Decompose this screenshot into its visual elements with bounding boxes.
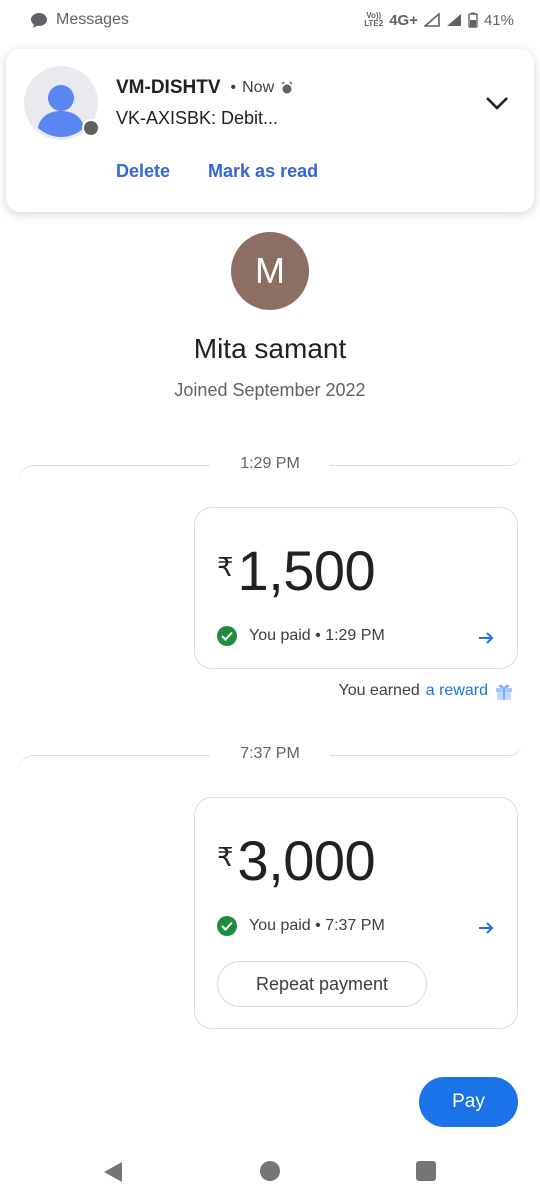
home-icon[interactable]	[260, 1161, 280, 1181]
mark-as-read-button[interactable]: Mark as read	[208, 161, 318, 182]
signal-icon-2	[446, 14, 461, 26]
payment-card[interactable]: ₹ 1,500 You paid • 1:29 PM	[194, 507, 518, 669]
reward-note: You earned a reward	[338, 681, 514, 701]
delete-button[interactable]: Delete	[116, 161, 170, 182]
person-icon	[38, 85, 98, 137]
notification-meta: • Now	[231, 79, 295, 97]
message-bubble-icon	[31, 12, 47, 28]
amount-value: 3,000	[237, 829, 376, 892]
notification-avatar	[24, 66, 98, 140]
status-right: Vo)) LTE2 4G+ 41%	[364, 12, 514, 29]
notification-body: VK-AXISBK: Debit...	[116, 108, 279, 128]
payment-card[interactable]: ₹ 3,000 You paid • 7:37 PM Repeat paymen…	[194, 797, 518, 1029]
payment-status-text: You paid • 1:29 PM	[249, 627, 385, 644]
alarm-icon	[281, 81, 293, 94]
payment-amount: ₹ 1,500	[217, 538, 376, 603]
system-navigation-bar	[0, 1145, 540, 1200]
contact-avatar[interactable]: M	[231, 232, 309, 310]
status-bar: Messages Vo)) LTE2 4G+ 41%	[0, 0, 540, 40]
notification-sender: VM-DISHTV	[116, 77, 221, 98]
reward-link[interactable]: a reward	[426, 682, 488, 700]
notification-time: Now	[242, 79, 275, 96]
chevron-down-icon[interactable]	[484, 93, 510, 113]
amount-value: 1,500	[237, 539, 376, 602]
contact-name: Mita samant	[193, 333, 347, 364]
volte-indicator: Vo)) LTE2	[364, 11, 384, 28]
currency-symbol: ₹	[217, 842, 234, 872]
status-app-label: Messages	[56, 11, 129, 28]
gift-icon[interactable]	[494, 681, 514, 701]
payment-status-text: You paid • 7:37 PM	[249, 917, 385, 934]
payment-status: You paid • 7:37 PM	[217, 916, 385, 936]
reward-prefix: You earned	[338, 682, 420, 699]
repeat-payment-button[interactable]: Repeat payment	[217, 961, 427, 1007]
notification-header: VM-DISHTV • Now	[116, 77, 294, 99]
battery-level: 41%	[483, 11, 514, 29]
arrow-right-icon[interactable]	[477, 919, 495, 937]
status-left: Messages	[30, 11, 129, 29]
check-circle-icon	[217, 626, 237, 646]
arrow-right-icon[interactable]	[477, 629, 495, 647]
currency-symbol: ₹	[217, 552, 234, 582]
contact-joined-date: Joined September 2022	[174, 380, 366, 400]
recents-icon[interactable]	[416, 1161, 436, 1181]
signal-icon-1	[423, 13, 440, 27]
meta-dot: •	[230, 79, 237, 96]
time-separator: 1:29 PM	[18, 453, 522, 477]
pay-button[interactable]: Pay	[419, 1077, 518, 1127]
separator-time: 7:37 PM	[240, 745, 300, 762]
notification-actions: Delete Mark as read	[116, 161, 318, 182]
separator-time: 1:29 PM	[240, 455, 300, 472]
payment-amount: ₹ 3,000	[217, 828, 376, 893]
battery-icon	[468, 12, 478, 28]
notification-card[interactable]: VM-DISHTV • Now VK-AXISBK: Debit... Dele…	[6, 49, 534, 212]
payment-status: You paid • 1:29 PM	[217, 626, 385, 646]
back-icon[interactable]	[103, 1161, 123, 1183]
time-separator: 7:37 PM	[18, 743, 522, 767]
network-type: 4G+	[389, 11, 418, 29]
check-circle-icon	[217, 916, 237, 936]
